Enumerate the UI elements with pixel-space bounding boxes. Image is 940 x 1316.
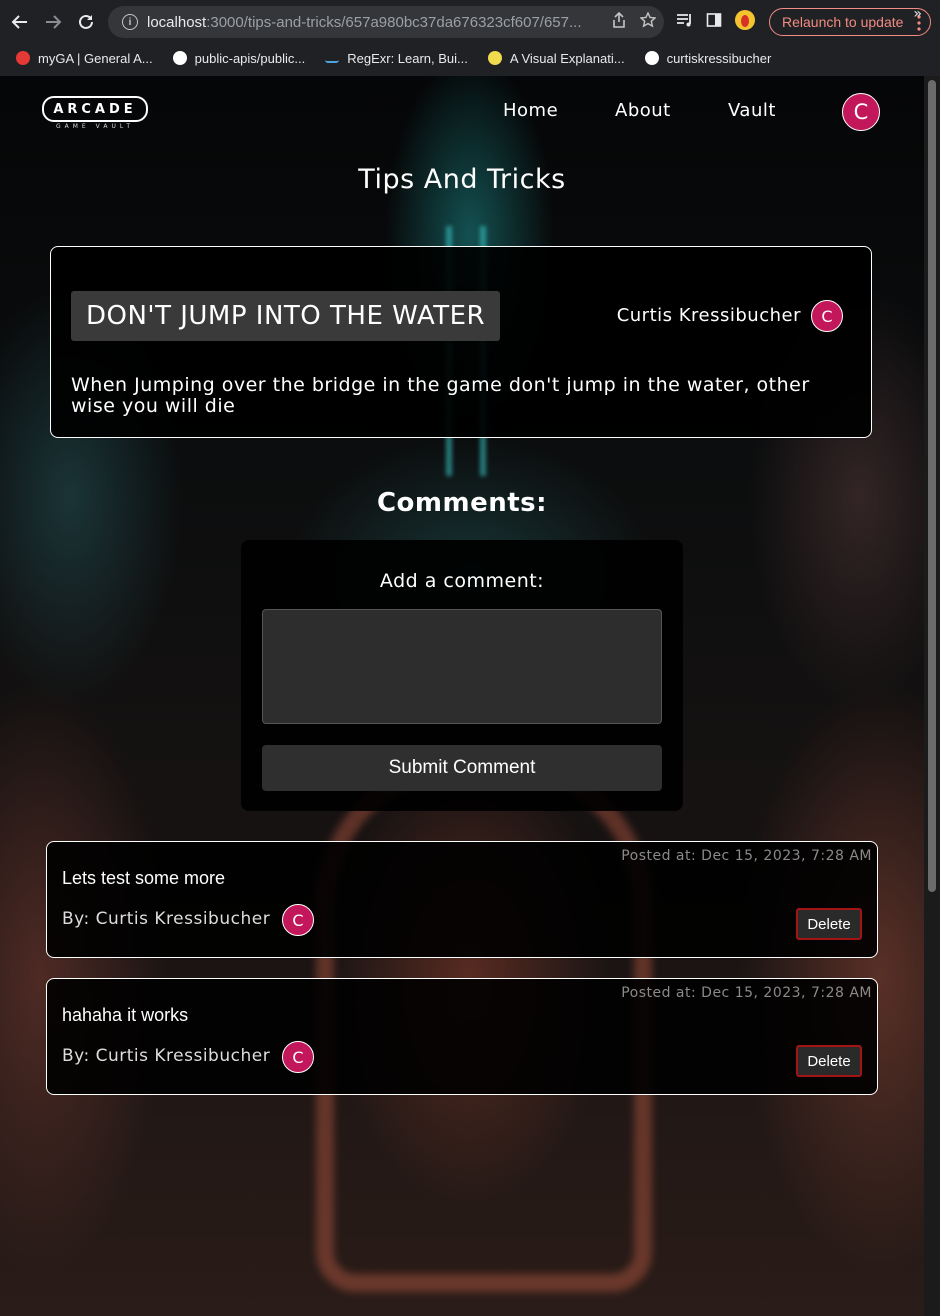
profile-avatar-icon[interactable] — [734, 9, 756, 35]
bookmark-label: RegExr: Learn, Bui... — [347, 50, 468, 66]
github-icon — [172, 51, 187, 65]
bookmark-label: A Visual Explanati... — [509, 50, 625, 66]
side-panel-icon[interactable] — [706, 12, 722, 32]
logo-text: ARCADE — [42, 96, 148, 122]
comment-card: Posted at: Dec 15, 2023, 7:28 AM Lets te… — [46, 841, 878, 958]
tip-title: DON'T JUMP INTO THE WATER — [71, 291, 501, 341]
page-content: ARCADE GAME VAULT Home About Vault C Tip… — [0, 76, 924, 1316]
site-info-icon[interactable]: i — [122, 14, 138, 30]
tip-body: When Jumping over the bridge in the game… — [71, 374, 810, 417]
arcade-logo[interactable]: ARCADE GAME VAULT — [42, 96, 148, 130]
page-scrollbar[interactable] — [924, 76, 940, 1316]
bookmark-label: public-apis/public... — [194, 50, 306, 66]
bookmark-item[interactable]: A Visual Explanati... — [487, 50, 625, 66]
tip-author-avatar: C — [811, 300, 843, 332]
delete-comment-button[interactable]: Delete — [796, 1045, 862, 1077]
toolbar-extensions — [676, 8, 756, 36]
media-controls-icon[interactable] — [676, 12, 694, 32]
comments-heading: Comments: — [376, 488, 548, 518]
comment-form-label: Add a comment: — [379, 570, 545, 592]
comment-timestamp: Posted at: Dec 15, 2023, 7:28 AM — [621, 985, 872, 1001]
browser-chrome: i localhost :3000/tips-and-tricks/657a98… — [0, 0, 940, 76]
bookmark-star-icon[interactable] — [639, 11, 657, 32]
nav-home-link[interactable]: Home — [503, 100, 558, 121]
user-avatar[interactable]: C — [842, 93, 880, 131]
forward-icon[interactable] — [40, 9, 66, 35]
bookmarks-bar: myGA | General A... public-apis/public...… — [0, 44, 940, 72]
comment-text: Lets test some more — [62, 868, 226, 888]
omnibox-actions — [606, 6, 657, 38]
comment-author-avatar: C — [282, 904, 314, 936]
comment-timestamp: Posted at: Dec 15, 2023, 7:28 AM — [621, 848, 872, 864]
delete-comment-button[interactable]: Delete — [796, 908, 862, 940]
bookmark-label: myGA | General A... — [38, 50, 153, 66]
nav-vault-link[interactable]: Vault — [728, 100, 776, 121]
nav-about-link[interactable]: About — [615, 100, 671, 121]
reload-icon[interactable] — [73, 9, 99, 35]
scrollbar-thumb[interactable] — [928, 80, 936, 892]
comment-textarea[interactable] — [262, 609, 662, 724]
bookmark-item[interactable]: RegExr: Learn, Bui... — [325, 51, 468, 66]
url-host: localhost — [147, 13, 207, 31]
ga-icon — [16, 51, 30, 65]
tip-author: Curtis Kressibucher — [616, 305, 801, 326]
tip-card: DON'T JUMP INTO THE WATER Curtis Kressib… — [50, 246, 872, 438]
comment-author: By: Curtis Kressibucher — [62, 1046, 271, 1066]
regexr-icon — [325, 53, 340, 63]
relaunch-button[interactable]: Relaunch to update — [769, 8, 931, 36]
bookmark-item[interactable]: myGA | General A... — [16, 51, 153, 66]
bookmark-label: curtiskressibucher — [666, 50, 772, 66]
page-title: Tips And Tricks — [358, 164, 566, 195]
address-bar[interactable]: i localhost :3000/tips-and-tricks/657a98… — [108, 6, 664, 38]
comment-text: hahaha it works — [62, 1005, 189, 1025]
js-icon — [487, 51, 502, 65]
share-icon[interactable] — [612, 11, 626, 32]
comment-author-avatar: C — [282, 1041, 314, 1073]
bookmark-item[interactable]: curtiskressibucher — [644, 50, 772, 66]
comment-card: Posted at: Dec 15, 2023, 7:28 AM hahaha … — [46, 978, 878, 1095]
comment-form: Add a comment: Submit Comment — [241, 540, 683, 811]
bookmark-item[interactable]: public-apis/public... — [172, 50, 306, 66]
github-icon — [644, 51, 659, 65]
comment-author: By: Curtis Kressibucher — [62, 909, 271, 929]
logo-subtext: GAME VAULT — [55, 123, 135, 130]
url-path: :3000/tips-and-tricks/657a980bc37da67632… — [206, 13, 582, 31]
bookmarks-overflow-icon[interactable]: » — [913, 6, 922, 22]
submit-comment-button[interactable]: Submit Comment — [262, 745, 662, 791]
relaunch-label: Relaunch to update — [782, 14, 904, 30]
back-icon[interactable] — [7, 9, 33, 35]
